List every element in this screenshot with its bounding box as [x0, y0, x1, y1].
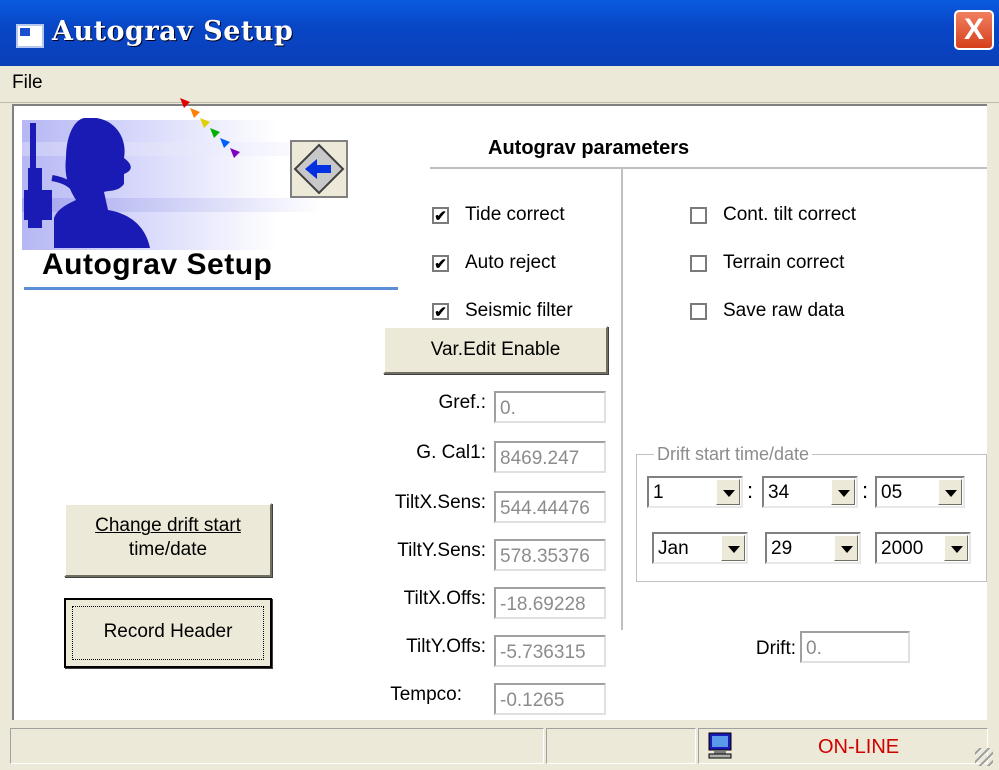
checkbox-icon [690, 254, 707, 272]
connection-status: ON-LINE [818, 736, 900, 758]
params-title: Autograv parameters [488, 137, 690, 159]
tide-correct-checkbox[interactable]: Tide correct [432, 202, 565, 228]
checkbox-icon [432, 206, 449, 224]
tiltx-offs-field[interactable]: -18.69228 [494, 587, 606, 619]
tilty-sens-label: TiltY.Sens: [397, 540, 486, 561]
cont-tilt-correct-checkbox[interactable]: Cont. tilt correct [690, 202, 856, 228]
heading-divider [24, 287, 398, 290]
tilty-sens-field[interactable]: 578.35376 [494, 539, 606, 571]
status-panel-2 [546, 728, 696, 764]
checkbox-label: Terrain correct [723, 252, 845, 273]
app-heading: Autograv Setup [42, 248, 273, 281]
terrain-correct-checkbox[interactable]: Terrain correct [690, 250, 844, 276]
day-select[interactable]: 29 [765, 532, 861, 564]
time-separator: : [862, 478, 869, 503]
gcal1-field[interactable]: 8469.247 [494, 441, 606, 473]
seismic-filter-checkbox[interactable]: Seismic filter [432, 298, 573, 324]
chevron-down-icon[interactable] [716, 479, 740, 505]
checkbox-label: Seismic filter [465, 300, 573, 321]
tiltx-offs-label: TiltX.Offs: [403, 588, 486, 609]
gref-label: Gref.: [438, 392, 486, 413]
chevron-down-icon[interactable] [944, 535, 968, 561]
title-bar: Autograv Setup X [0, 0, 999, 66]
checkbox-icon [690, 206, 707, 224]
day-value: 29 [771, 538, 793, 559]
close-button[interactable]: X [954, 10, 994, 50]
chevron-down-icon[interactable] [831, 479, 855, 505]
hour-value: 1 [653, 482, 664, 503]
change-drift-label-line1: Change drift start [95, 515, 241, 536]
computer-icon [708, 732, 732, 759]
tiltx-sens-field[interactable]: 544.44476 [494, 491, 606, 523]
time-separator: : [747, 478, 754, 503]
tiltx-sens-label: TiltX.Sens: [394, 492, 486, 513]
chevron-down-icon[interactable] [721, 535, 745, 561]
resize-grip-icon[interactable] [975, 748, 993, 766]
drift-label: Drift: [755, 638, 796, 659]
checkbox-icon [432, 302, 449, 320]
minute-value: 34 [768, 482, 790, 503]
year-value: 2000 [881, 538, 924, 559]
checkbox-icon [432, 254, 449, 272]
window-title: Autograv Setup [52, 16, 294, 47]
tilty-offs-label: TiltY.Offs: [406, 636, 486, 657]
var-edit-enable-button[interactable]: Var.Edit Enable [383, 326, 608, 374]
status-panel-1 [10, 728, 544, 764]
rainbow-arrows-icon [180, 98, 240, 158]
checkbox-label: Save raw data [723, 300, 845, 321]
change-drift-label-line2: time/date [128, 539, 208, 560]
params-divider [430, 167, 987, 169]
year-select[interactable]: 2000 [875, 532, 971, 564]
month-select[interactable]: Jan [652, 532, 748, 564]
tempco-label: Tempco: [390, 684, 462, 705]
hour-select[interactable]: 1 [647, 476, 743, 508]
status-bar: ON-LINE [0, 722, 999, 770]
gref-field[interactable]: 0. [494, 391, 606, 423]
chevron-down-icon[interactable] [938, 479, 962, 505]
drift-group-title: Drift start time/date [654, 444, 813, 465]
change-drift-button[interactable]: Change drift start time/date [64, 503, 272, 577]
checkbox-label: Cont. tilt correct [723, 204, 857, 225]
checkbox-label: Auto reject [465, 252, 556, 273]
save-raw-data-checkbox[interactable]: Save raw data [690, 298, 844, 324]
menu-bar: File [0, 66, 999, 103]
menu-file[interactable]: File [12, 72, 43, 94]
back-arrow-icon[interactable] [287, 137, 351, 201]
vertical-separator [621, 168, 623, 630]
gcal1-label: G. Cal1: [416, 442, 486, 463]
drift-field[interactable]: 0. [800, 631, 910, 663]
second-value: 05 [881, 482, 903, 503]
tempco-field[interactable]: -0.1265 [494, 683, 606, 715]
app-icon [16, 24, 44, 48]
second-select[interactable]: 05 [875, 476, 965, 508]
month-value: Jan [658, 538, 689, 559]
tilty-offs-field[interactable]: -5.736315 [494, 635, 606, 667]
focus-rectangle [72, 606, 264, 660]
record-header-button[interactable]: Record Header [64, 598, 272, 668]
gravimeter-operator-icon [24, 118, 150, 248]
auto-reject-checkbox[interactable]: Auto reject [432, 250, 556, 276]
checkbox-label: Tide correct [465, 204, 565, 225]
checkbox-icon [690, 302, 707, 320]
chevron-down-icon[interactable] [834, 535, 858, 561]
minute-select[interactable]: 34 [762, 476, 858, 508]
